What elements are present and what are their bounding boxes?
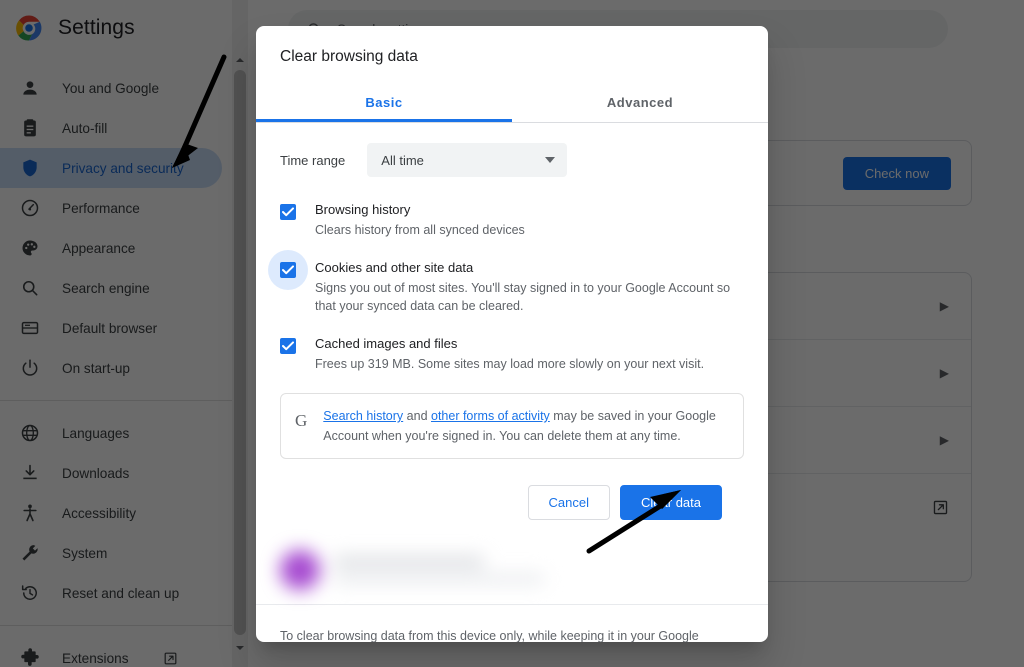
profile-row-blurred[interactable]	[280, 542, 744, 598]
time-range-label: Time range	[280, 152, 346, 168]
screen: Settings You and Google	[0, 0, 1024, 667]
google-g-icon: G	[295, 411, 308, 430]
checkbox-description: Frees up 319 MB. Some sites may load mor…	[315, 357, 705, 371]
time-range-value: All time	[381, 152, 424, 168]
dialog-title: Clear browsing data	[280, 48, 418, 65]
time-range-row: Time range All time	[280, 143, 744, 177]
dialog-actions: Cancel Clear data	[280, 459, 744, 520]
checkbox-texts: Cached images and files Frees up 319 MB.…	[315, 335, 704, 373]
browsing-history-checkbox[interactable]	[280, 204, 296, 220]
checkbox-row-cached-images[interactable]: Cached images and files Frees up 319 MB.…	[280, 335, 744, 373]
clear-browsing-data-dialog: Clear browsing data Basic Advanced Time …	[256, 26, 768, 642]
checkbox-title: Cached images and files	[315, 336, 458, 351]
cached-images-checkbox[interactable]	[280, 338, 296, 354]
dialog-tabs: Basic Advanced	[256, 82, 768, 123]
google-note-mid: and	[403, 409, 431, 423]
check-icon	[282, 265, 294, 275]
chevron-down-icon	[545, 157, 556, 163]
checkbox-row-browsing-history[interactable]: Browsing history Clears history from all…	[280, 201, 744, 239]
footer-text-before: To clear browsing data from this device …	[280, 629, 699, 642]
clear-data-button[interactable]: Clear data	[620, 485, 722, 520]
tab-basic[interactable]: Basic	[256, 82, 512, 122]
dialog-body: Time range All time Browsing history Cle…	[256, 123, 768, 520]
check-icon	[282, 207, 294, 217]
cancel-button[interactable]: Cancel	[527, 485, 611, 520]
dialog-footer: To clear browsing data from this device …	[256, 604, 768, 642]
avatar	[280, 550, 320, 590]
checkbox-description: Clears history from all synced devices	[315, 223, 525, 237]
checkbox-title: Browsing history	[315, 202, 411, 217]
profile-text-blurred	[334, 556, 544, 584]
time-range-select[interactable]: All time	[367, 143, 568, 177]
checkbox-texts: Cookies and other site data Signs you ou…	[315, 259, 744, 315]
cookies-checkbox[interactable]	[280, 262, 296, 278]
checkbox-description: Signs you out of most sites. You'll stay…	[315, 281, 731, 313]
search-history-link[interactable]: Search history	[323, 409, 403, 423]
checkbox-title: Cookies and other site data	[315, 260, 474, 275]
other-forms-of-activity-link[interactable]: other forms of activity	[431, 409, 550, 423]
data-type-checkbox-list: Browsing history Clears history from all…	[268, 201, 744, 373]
checkbox-texts: Browsing history Clears history from all…	[315, 201, 525, 239]
google-account-note: G Search history and other forms of acti…	[280, 393, 744, 459]
checkbox-row-cookies[interactable]: Cookies and other site data Signs you ou…	[268, 250, 744, 315]
check-icon	[282, 341, 294, 351]
tab-advanced[interactable]: Advanced	[512, 82, 768, 122]
google-note-text: Search history and other forms of activi…	[323, 406, 729, 446]
